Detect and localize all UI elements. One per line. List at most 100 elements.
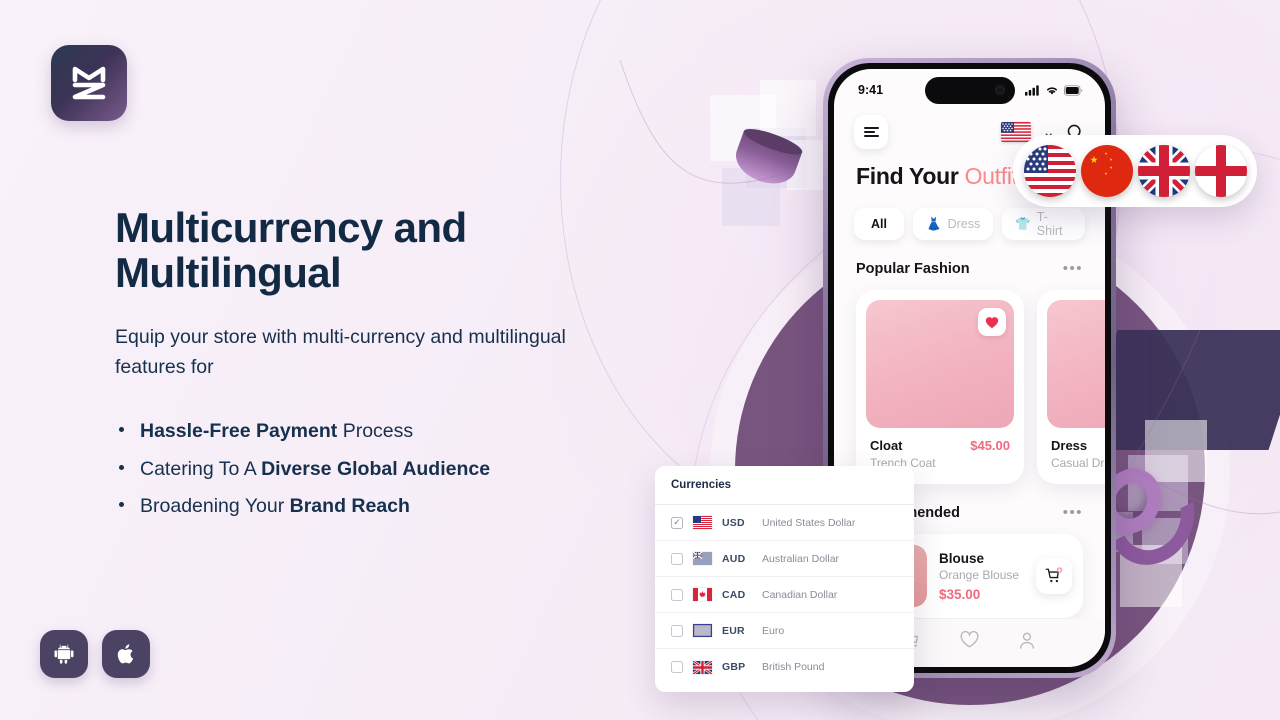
headline-line-1: Multicurrency and [115,204,467,251]
decorative-square [760,80,816,136]
product-name: Cloat [870,438,903,453]
add-to-cart-button[interactable] [1036,558,1072,594]
flag-cn-icon [1080,145,1133,197]
bullet-1-tail: Process [337,420,414,443]
flag-us[interactable] [1023,145,1076,197]
list-item: Hassle-Free Payment Process [115,416,635,446]
bullet-1-bold: Hassle-Free Payment [140,420,338,443]
currency-checkbox-gbp[interactable] [671,661,683,673]
section-menu-icon[interactable]: ••• [1063,260,1083,277]
flag-gb[interactable] [1137,145,1190,197]
screen-title-plain: Find Your [856,163,965,189]
us-flag-icon [693,516,712,529]
currency-code: EUR [722,624,745,637]
hero-subtitle: Equip your store with multi-currency and… [115,325,566,378]
flag-en[interactable] [1194,145,1247,197]
product-price: $45.00 [970,438,1010,453]
us-flag-icon[interactable] [1001,122,1032,142]
profile-icon[interactable] [1018,631,1036,650]
screen-title-accent: Outfit [964,163,1018,189]
status-time: 9:41 [858,83,884,97]
currency-name: Canadian Dollar [762,588,838,601]
au-flag-icon [692,551,712,565]
chip-tshirt[interactable]: 👕 T-Shirt [1002,208,1085,240]
page-title: Multicurrency and Multilingual [115,205,635,296]
status-icons [1025,84,1083,96]
product-name: Blouse [939,550,985,566]
wifi-icon [1046,87,1058,95]
bullet-3-bold: Brand Reach [289,494,410,517]
us-flag-svg [693,516,712,529]
tshirt-icon: 👕 [1015,216,1031,231]
product-name-row: Cloat $45.00 [866,428,1014,453]
bullet-3-lead: Broadening Your [140,494,290,517]
product-name: Dress [1051,438,1088,453]
currency-row-gbp[interactable]: GBP British Pound [655,649,914,685]
currency-checkbox-eur[interactable] [671,624,683,637]
currency-row-usd[interactable]: USD United States Dollar [655,505,914,541]
currency-code: USD [722,516,745,529]
product-desc: Orange Blouse [939,567,1020,582]
mz-monogram-icon [72,66,106,100]
gb-flag-svg [692,659,713,675]
add-to-cart-icon [1045,567,1063,583]
android-badge[interactable] [40,630,88,678]
list-item: Catering To A Diverse Global Audience [115,454,635,484]
product-desc: Casual Dress [1051,456,1105,470]
apple-badge[interactable] [102,630,150,678]
chip-tshirt-label: T-Shirt [1036,210,1063,238]
app-logo[interactable] [51,45,127,121]
chip-dress[interactable]: 👗 Dress [912,208,994,240]
apple-icon [117,644,134,664]
product-price: $35.00 [939,586,981,602]
currency-code: AUD [722,552,746,565]
product-image [1047,300,1105,428]
decorative-square [1145,420,1207,482]
flag-us-icon [1023,145,1076,197]
au-flag-svg [692,551,712,565]
hamburger-icon[interactable] [854,115,888,149]
heart-icon [985,316,999,328]
favorite-button[interactable] [978,308,1006,336]
section-popular-fashion: Popular Fashion ••• [834,240,1105,277]
eu-flag-icon [693,624,712,638]
ca-flag-icon [693,588,712,601]
dress-icon: 👗 [925,216,942,231]
currency-checkbox-cad[interactable] [671,588,683,601]
currency-name: United States Dollar [762,516,856,529]
promo-banner: Multicurrency and Multilingual Equip you… [0,0,1280,720]
bullet-2-lead: Catering To A [140,457,262,480]
currency-checkbox-usd[interactable] [671,516,683,529]
list-item: Broadening Your Brand Reach [115,491,635,521]
language-flag-pill [1013,135,1257,207]
eu-flag-svg [693,624,712,638]
product-card-list: Cloat $45.00 Trench Coat Dress Casual Dr… [834,277,1105,484]
currency-row-cad[interactable]: CAD Canadian Dollar [655,577,914,613]
flag-gb-icon [1137,145,1190,197]
ca-flag-svg [693,588,712,601]
currency-code: CAD [722,588,746,601]
chip-all[interactable]: All [854,208,904,240]
currency-row-aud[interactable]: AUD Australian Dollar [655,541,914,577]
currency-name: Euro [762,624,785,637]
status-bar: 9:41 [834,69,1105,105]
headline-line-2: Multilingual [115,249,342,297]
heart-icon[interactable] [960,631,979,649]
gb-flag-icon [692,659,713,675]
product-card[interactable]: Cloat $45.00 Trench Coat [856,290,1024,484]
currency-row-eur[interactable]: EUR Euro [655,613,914,649]
feature-list: Hassle-Free Payment Process Catering To … [115,416,635,521]
android-icon [54,644,74,664]
chip-dress-label: Dress [947,217,981,231]
currency-checkbox-aud[interactable] [671,552,683,565]
product-info: Blouse Orange Blouse $35.00 [939,551,1024,602]
currency-name: Australian Dollar [762,552,840,565]
store-badges [40,630,150,678]
hero-copy: Multicurrency and Multilingual Equip you… [115,205,635,528]
cellular-icon [1025,84,1039,96]
flag-cn[interactable] [1080,145,1133,197]
flag-en-icon [1194,145,1247,197]
product-name-row: Dress [1047,428,1105,453]
product-card[interactable]: Dress Casual Dress [1037,290,1105,484]
section-menu-icon[interactable]: ••• [1063,504,1083,521]
